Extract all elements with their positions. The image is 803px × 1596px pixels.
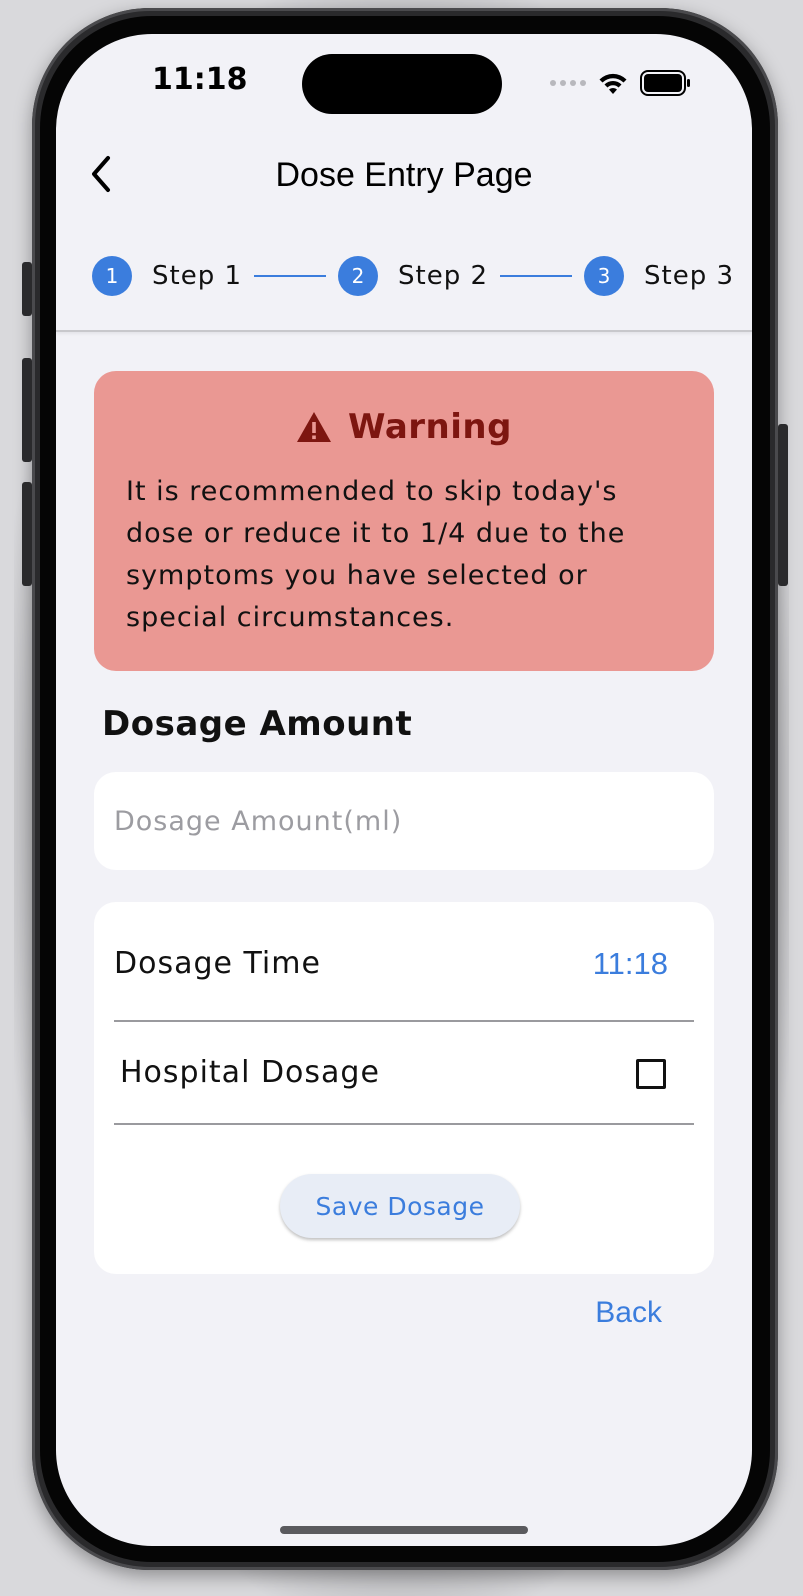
volume-down-button	[22, 482, 32, 586]
step-connector	[254, 275, 327, 277]
step-3-indicator[interactable]: 3	[584, 256, 625, 296]
divider	[114, 1020, 694, 1022]
dynamic-island	[302, 54, 502, 114]
warning-header: Warning	[94, 407, 714, 447]
dosage-time-label: Dosage Time	[114, 946, 321, 981]
dosage-amount-heading: Dosage Amount	[102, 704, 413, 744]
screen: 11:18 Dose Entry Page 1 Step 1 2 Step 2	[56, 34, 752, 1546]
save-dosage-button[interactable]: Save Dosage	[280, 1174, 520, 1238]
step-2-indicator[interactable]: 2	[338, 256, 379, 296]
volume-up-button	[22, 358, 32, 462]
status-time: 11:18	[152, 62, 248, 97]
power-button	[778, 424, 788, 586]
warning-triangle-icon	[297, 412, 332, 442]
status-icons	[550, 68, 692, 98]
step-1-label[interactable]: Step 1	[152, 261, 242, 291]
warning-card: Warning It is recommended to skip today'…	[94, 371, 714, 671]
warning-title: Warning	[348, 407, 512, 447]
dosage-amount-input[interactable]	[94, 772, 714, 870]
navigation-bar: Dose Entry Page 1 Step 1 2 Step 2 3 Step…	[56, 132, 752, 332]
dosage-time-value[interactable]: 11:18	[593, 946, 668, 982]
hospital-dosage-checkbox[interactable]	[636, 1059, 666, 1089]
wifi-icon	[599, 73, 627, 94]
home-indicator[interactable]	[280, 1526, 528, 1534]
divider	[114, 1123, 694, 1125]
step-connector	[500, 275, 573, 277]
dosage-details-card: Dosage Time 11:18 Hospital Dosage Save D…	[94, 902, 714, 1274]
hospital-dosage-label: Hospital Dosage	[120, 1055, 380, 1090]
warning-message: It is recommended to skip today's dose o…	[126, 476, 626, 633]
cellular-signal-icon	[550, 80, 586, 86]
back-link[interactable]: Back	[595, 1296, 662, 1330]
action-button	[22, 262, 32, 316]
step-2-label[interactable]: Step 2	[398, 261, 488, 291]
page-title: Dose Entry Page	[275, 156, 533, 194]
step-1-indicator[interactable]: 1	[92, 256, 132, 296]
step-3-label[interactable]: Step 3	[644, 261, 734, 291]
stepper: 1 Step 1 2 Step 2 3 Step 3	[92, 256, 734, 296]
battery-icon	[640, 70, 690, 96]
